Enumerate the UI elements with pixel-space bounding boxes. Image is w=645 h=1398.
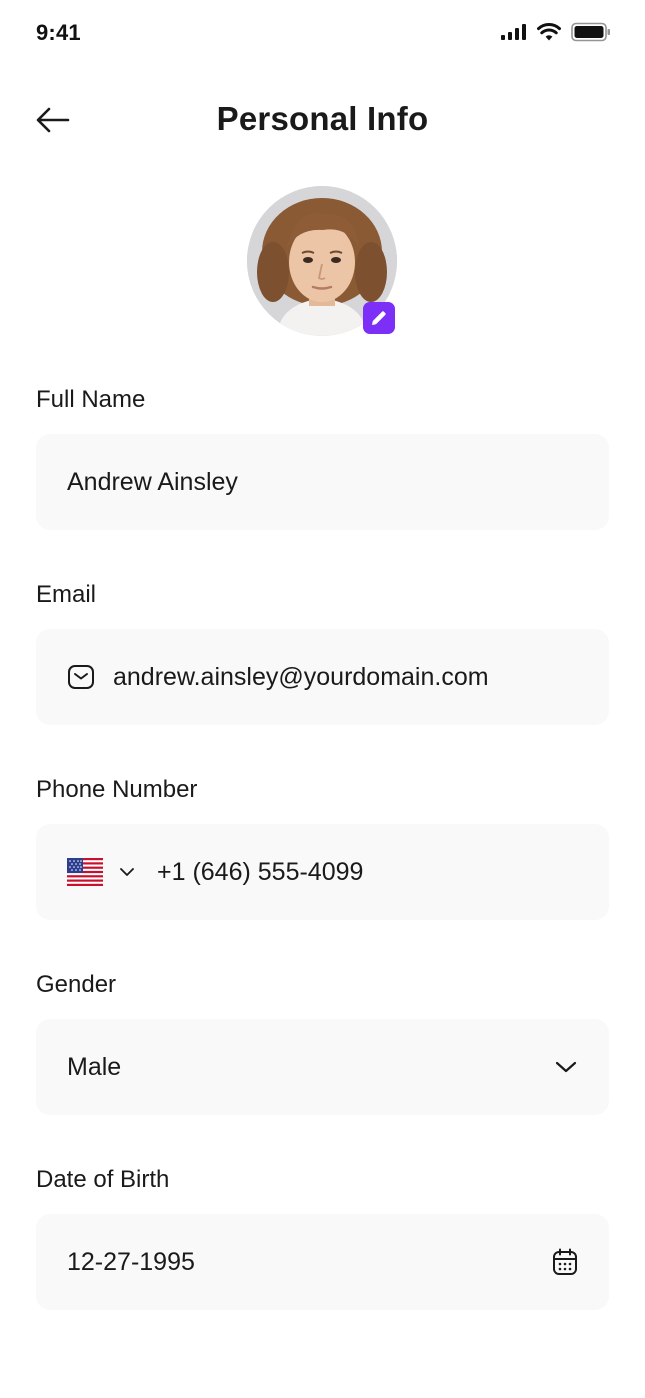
- phone-field[interactable]: +1 (646) 555-4099: [36, 824, 609, 920]
- battery-icon: [571, 22, 610, 42]
- edit-avatar-button[interactable]: [363, 302, 395, 334]
- email-field[interactable]: andrew.ainsley@yourdomain.com: [36, 629, 609, 725]
- full-name-field[interactable]: Andrew Ainsley: [36, 434, 609, 530]
- chevron-down-icon: [120, 868, 134, 876]
- country-code-picker[interactable]: [67, 858, 135, 886]
- calendar-icon[interactable]: [552, 1248, 578, 1276]
- email-label: Email: [36, 581, 97, 608]
- status-time: 9:41: [36, 20, 81, 45]
- dob-field[interactable]: 12-27-1995: [36, 1214, 609, 1310]
- gender-value: Male: [67, 1052, 122, 1081]
- status-icons: [501, 22, 611, 42]
- header: Personal Info: [0, 92, 645, 148]
- full-name-value: Andrew Ainsley: [67, 467, 238, 496]
- dob-label: Date of Birth: [36, 1166, 170, 1193]
- avatar-container: [247, 186, 397, 336]
- status-bar: 9:41: [0, 0, 645, 64]
- mail-icon: [67, 664, 95, 690]
- email-value: andrew.ainsley@yourdomain.com: [113, 662, 489, 691]
- signal-icon: [501, 24, 526, 40]
- gender-label: Gender: [36, 971, 117, 998]
- us-flag-icon: [67, 858, 103, 886]
- dob-value: 12-27-1995: [67, 1247, 195, 1276]
- chevron-down-icon: [554, 1060, 578, 1074]
- pencil-icon: [372, 311, 386, 325]
- phone-value: +1 (646) 555-4099: [157, 857, 364, 886]
- phone-label: Phone Number: [36, 776, 198, 803]
- wifi-icon: [537, 23, 561, 41]
- full-name-label: Full Name: [36, 386, 146, 413]
- page-title: Personal Info: [216, 100, 429, 137]
- gender-select[interactable]: Male: [36, 1019, 609, 1115]
